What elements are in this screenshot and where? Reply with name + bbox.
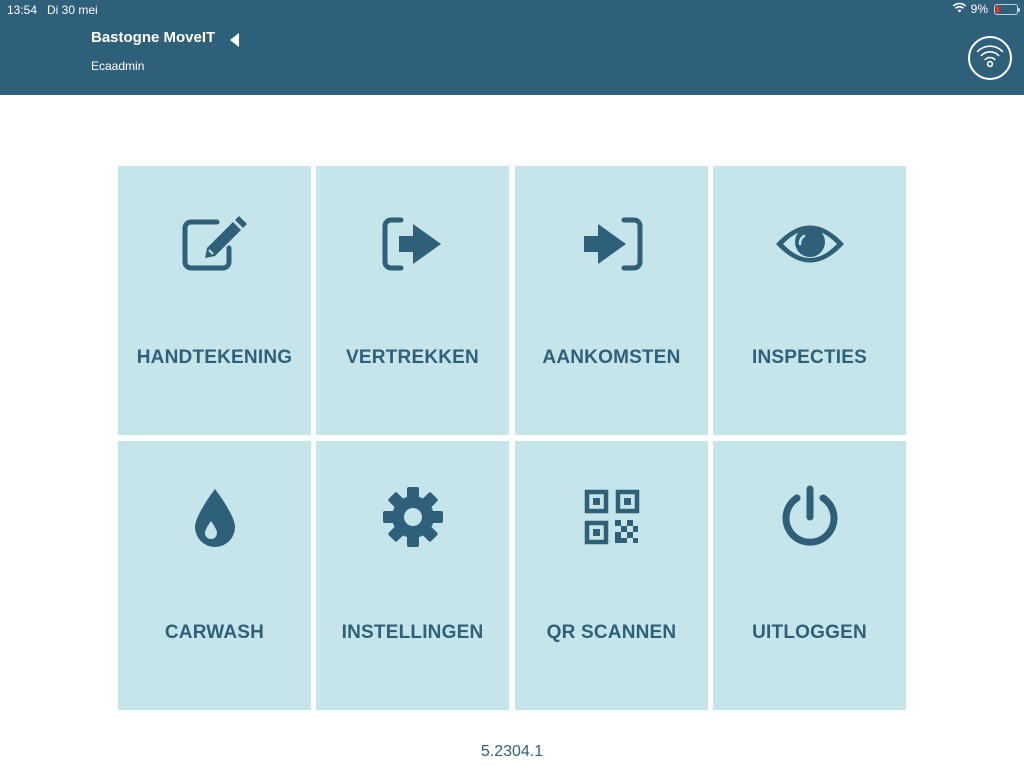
status-time: 13:54 [7,3,38,17]
tile-label: QR SCANNEN [546,622,677,643]
menu-grid: HANDTEKENING VERTREKKEN AANKOMSTEN INSPE… [118,166,906,710]
gear-icon [316,485,509,549]
app-title: Bastogne MoveIT [91,29,216,46]
signature-edit-icon [118,212,311,276]
tile-handtekening[interactable]: HANDTEKENING [118,166,311,435]
power-icon [713,485,906,549]
battery-icon [994,3,1020,15]
tile-uitloggen[interactable]: UITLOGGEN [713,441,906,710]
tile-inspecties[interactable]: INSPECTIES [713,166,906,435]
tile-qr-scannen[interactable]: QR SCANNEN [515,441,708,710]
version-label: 5.2304.1 [480,743,544,760]
sign-in-icon [515,212,708,276]
qr-code-icon [515,485,708,549]
tile-label: AANKOMSTEN [542,347,681,368]
tile-carwash[interactable]: CARWASH [118,441,311,710]
app-header: 13:54 Di 30 mei 9% Bastogne MoveIT Ecaad… [0,0,1024,95]
user-name: Ecaadmin [91,59,145,73]
water-drop-icon [118,485,311,549]
tile-label: CARWASH [164,622,265,643]
tile-label: HANDTEKENING [136,347,293,368]
eye-icon [713,212,906,276]
tile-label: INSPECTIES [752,347,867,368]
status-bar: 13:54 Di 30 mei 9% [0,0,1024,20]
tile-label: INSTELLINGEN [341,622,484,643]
wifi-sync-icon [975,43,1005,74]
battery-fill [996,5,999,13]
tile-label: VERTREKKEN [346,347,479,368]
tile-aankomsten[interactable]: AANKOMSTEN [515,166,708,435]
sync-button[interactable] [968,36,1012,80]
sign-out-icon [316,212,509,276]
status-indicators: 9% [952,2,1020,16]
tile-label: UITLOGGEN [752,622,867,643]
triangle-left-icon[interactable] [230,33,239,47]
status-date: Di 30 mei [47,3,98,17]
battery-percentage: 9% [970,2,988,16]
tile-instellingen[interactable]: INSTELLINGEN [316,441,509,710]
wifi-icon [952,2,967,16]
tile-vertrekken[interactable]: VERTREKKEN [316,166,509,435]
